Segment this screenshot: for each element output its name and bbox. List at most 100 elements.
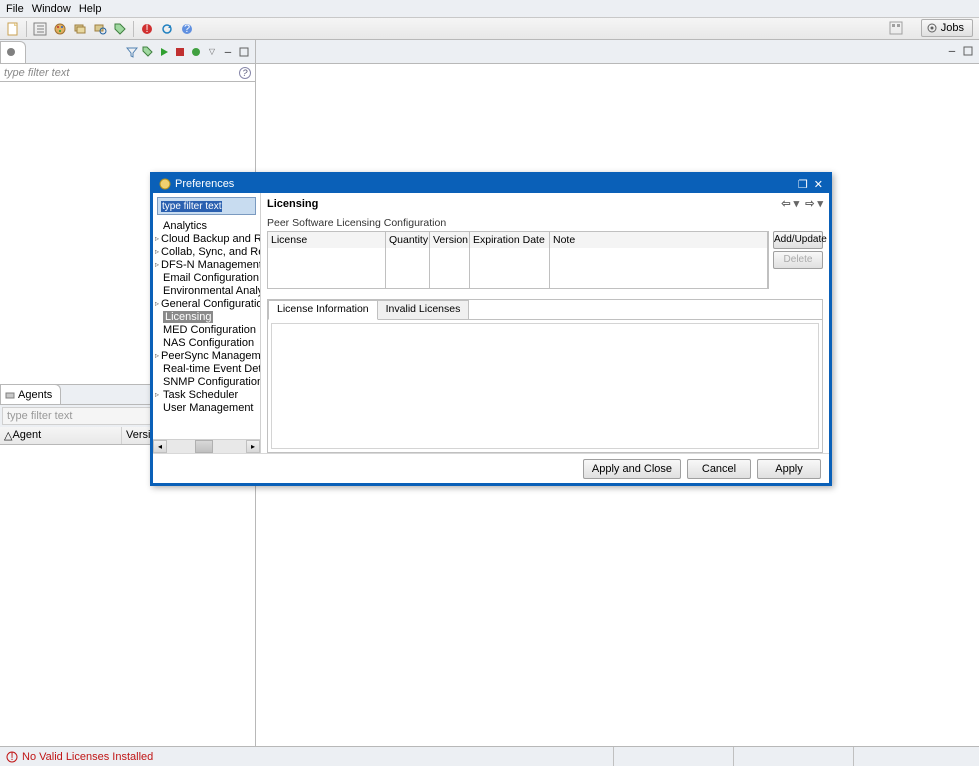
status-error-text: No Valid Licenses Installed	[22, 751, 153, 763]
editor-minimize-icon[interactable]: ─	[945, 44, 959, 58]
col-note[interactable]: Note	[550, 232, 768, 248]
jobs-filter-placeholder: type filter text	[4, 67, 69, 79]
tab-content	[268, 319, 822, 453]
play-icon[interactable]	[157, 45, 171, 59]
preferences-dialog: Preferences ❐ ✕ type filter text Analyti…	[150, 172, 832, 486]
tree-item-med-configuration[interactable]: MED Configuration	[153, 323, 260, 336]
tree-item-snmp-configuration[interactable]: SNMP Configuration	[153, 375, 260, 388]
tree-item-label: User Management	[163, 402, 254, 414]
toolbar-tree-icon[interactable]	[31, 20, 49, 38]
tree-item-label: General Configuration	[161, 298, 260, 310]
preferences-filter-input[interactable]: type filter text	[157, 197, 256, 215]
jobs-view-header: ▽ ─	[0, 40, 255, 64]
minimize-icon[interactable]: ─	[221, 45, 235, 59]
toolbar-refresh-icon[interactable]	[158, 20, 176, 38]
dialog-close-icon[interactable]: ✕	[814, 178, 823, 191]
tree-item-environmental-analyzer[interactable]: Environmental Analyzer	[153, 284, 260, 297]
section-subtitle: Peer Software Licensing Configuration	[267, 217, 823, 229]
help-icon[interactable]: ?	[239, 67, 251, 79]
dialog-icon	[159, 178, 171, 190]
caret-icon: ▹	[155, 234, 159, 243]
svg-text:?: ?	[184, 23, 190, 35]
dropdown-icon[interactable]: ▽	[205, 45, 219, 59]
scroll-thumb[interactable]	[195, 440, 213, 453]
tree-item-real-time-event-detectio[interactable]: Real-time Event Detectio	[153, 362, 260, 375]
license-detail-tabs: License Information Invalid Licenses	[267, 299, 823, 454]
statusbar: ! No Valid Licenses Installed	[0, 746, 979, 766]
scroll-track[interactable]	[167, 440, 246, 453]
tree-item-licensing[interactable]: Licensing	[153, 310, 260, 323]
cancel-button[interactable]: Cancel	[687, 459, 751, 479]
agents-filter-placeholder: type filter text	[7, 410, 72, 422]
scroll-left-icon[interactable]: ◂	[153, 440, 167, 453]
toolbar-error-icon[interactable]: !	[138, 20, 156, 38]
col-expiration[interactable]: Expiration Date	[470, 232, 550, 248]
tree-item-dfs-n-management[interactable]: ▹DFS-N Management	[153, 258, 260, 271]
toolbar-tag-icon[interactable]	[111, 20, 129, 38]
tree-item-nas-configuration[interactable]: NAS Configuration	[153, 336, 260, 349]
tree-item-label: Licensing	[163, 311, 213, 323]
dialog-footer: Apply and Close Cancel Apply	[153, 453, 829, 483]
nav-forward-icon[interactable]: ⇨ ▾	[805, 197, 823, 210]
nav-back-icon[interactable]: ⇦ ▾	[781, 197, 799, 210]
tree-item-collab-sync-and-replic[interactable]: ▹Collab, Sync, and Replic	[153, 245, 260, 258]
toolbar-settings-icon[interactable]	[91, 20, 109, 38]
tree-item-email-configuration[interactable]: Email Configuration	[153, 271, 260, 284]
agents-tab[interactable]: Agents	[0, 384, 61, 404]
status-cell-3	[853, 747, 973, 766]
menubar: File Window Help	[0, 0, 979, 18]
jobs-filter-input[interactable]: type filter text ?	[0, 64, 255, 82]
sync-icon[interactable]	[189, 45, 203, 59]
tree-item-task-scheduler[interactable]: ▹Task Scheduler	[153, 388, 260, 401]
editor-maximize-icon[interactable]	[961, 44, 975, 58]
menu-window[interactable]: Window	[32, 3, 71, 15]
add-update-button[interactable]: Add/Update	[773, 231, 823, 249]
filter-icon[interactable]	[125, 45, 139, 59]
menu-help[interactable]: Help	[79, 3, 102, 15]
tree-item-user-management[interactable]: User Management	[153, 401, 260, 414]
preferences-content: Licensing ⇦ ▾ ⇨ ▾ Peer Software Licensin…	[261, 193, 829, 453]
col-quantity[interactable]: Quantity	[386, 232, 430, 248]
toolbar-help-icon[interactable]: ?	[178, 20, 196, 38]
gear-icon	[926, 22, 938, 34]
menu-file[interactable]: File	[6, 3, 24, 15]
tree-item-label: Real-time Event Detectio	[163, 363, 260, 375]
main-toolbar: ! ? Jobs	[0, 18, 979, 40]
toolbar-new-icon[interactable]	[4, 20, 22, 38]
tree-item-label: Email Configuration	[163, 272, 259, 284]
preferences-tree-scrollbar[interactable]: ◂ ▸	[153, 439, 260, 453]
col-version[interactable]: Version	[430, 232, 470, 248]
toolbar-palette-icon[interactable]	[51, 20, 69, 38]
tab-invalid-licenses[interactable]: Invalid Licenses	[377, 300, 470, 320]
tag-mini-icon[interactable]	[141, 45, 155, 59]
agents-list	[0, 445, 255, 747]
preferences-tree-panel: type filter text Analytics▹Cloud Backup …	[153, 193, 261, 453]
quick-access-icon[interactable]	[889, 21, 903, 35]
tree-item-analytics[interactable]: Analytics	[153, 219, 260, 232]
dialog-titlebar: Preferences ❐ ✕	[153, 175, 829, 193]
caret-icon: ▹	[155, 351, 159, 360]
scroll-right-icon[interactable]: ▸	[246, 440, 260, 453]
section-title: Licensing	[267, 198, 318, 210]
tab-license-info[interactable]: License Information	[268, 300, 378, 320]
tree-item-cloud-backup-and-replic[interactable]: ▹Cloud Backup and Replic	[153, 232, 260, 245]
jobs-button[interactable]: Jobs	[921, 19, 973, 37]
agent-icon	[5, 390, 15, 400]
apply-and-close-button[interactable]: Apply and Close	[583, 459, 681, 479]
toolbar-stack-icon[interactable]	[71, 20, 89, 38]
dialog-restore-icon[interactable]: ❐	[798, 178, 808, 191]
tree-item-peersync-management[interactable]: ▹PeerSync Management	[153, 349, 260, 362]
maximize-icon[interactable]	[237, 45, 251, 59]
tree-item-label: SNMP Configuration	[163, 376, 260, 388]
col-license[interactable]: License	[268, 232, 386, 248]
agents-tab-label: Agents	[18, 389, 52, 401]
preferences-tree[interactable]: Analytics▹Cloud Backup and Replic▹Collab…	[153, 219, 260, 439]
tree-item-general-configuration[interactable]: ▹General Configuration	[153, 297, 260, 310]
agents-col-agent[interactable]: △Agent	[0, 427, 122, 444]
apply-button[interactable]: Apply	[757, 459, 821, 479]
tree-item-label: PeerSync Management	[161, 350, 260, 362]
jobs-view-tab[interactable]	[0, 41, 26, 63]
svg-text:!: !	[145, 23, 148, 35]
tree-item-label: NAS Configuration	[163, 337, 254, 349]
stop-icon[interactable]	[173, 45, 187, 59]
